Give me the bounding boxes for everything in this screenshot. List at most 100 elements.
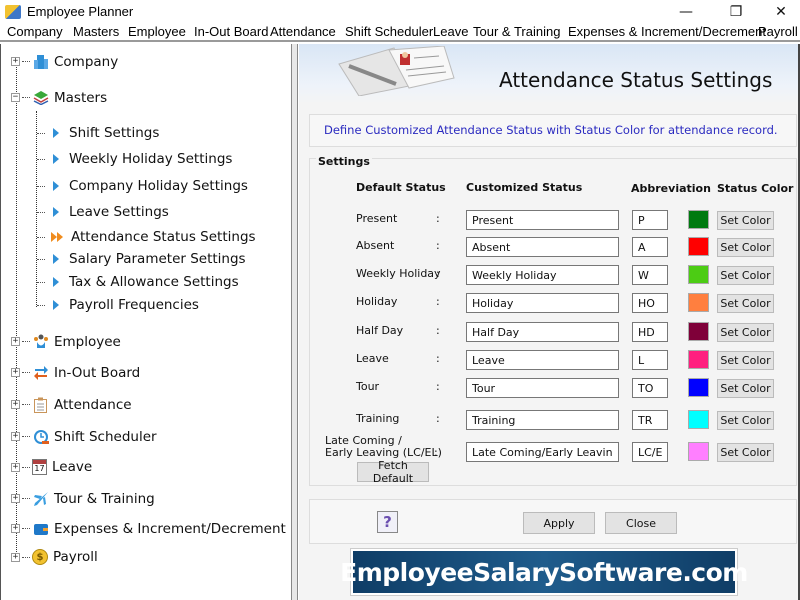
set-color-button[interactable]: Set Color <box>717 238 774 257</box>
tree-node-employee[interactable]: + Employee <box>11 333 121 350</box>
set-color-button[interactable]: Set Color <box>717 351 774 370</box>
selected-arrow-icon <box>51 232 63 242</box>
menu-company[interactable]: Company <box>7 24 63 39</box>
expand-icon[interactable]: + <box>11 494 20 503</box>
customized-status-input[interactable] <box>466 378 619 398</box>
customized-status-input[interactable] <box>466 410 619 430</box>
menu-employee[interactable]: Employee <box>128 24 186 39</box>
settings-panel: Attendance Status Settings Define Custom… <box>299 44 800 600</box>
expand-icon[interactable]: + <box>11 400 20 409</box>
minimize-button[interactable]: — <box>663 0 709 23</box>
abbreviation-input[interactable] <box>632 237 668 257</box>
menu-tour-training[interactable]: Tour & Training <box>473 24 560 39</box>
menu-shift-scheduler[interactable]: Shift Scheduler <box>345 24 433 39</box>
abbreviation-input[interactable] <box>632 442 668 462</box>
customized-status-input[interactable] <box>466 350 619 370</box>
clipboard-icon <box>32 396 49 413</box>
abbreviation-input[interactable] <box>632 293 668 313</box>
tree-node-tour-training[interactable]: + Tour & Training <box>11 490 155 507</box>
tree-node-in-out-board[interactable]: + In-Out Board <box>11 364 140 381</box>
customized-status-input[interactable] <box>466 237 619 257</box>
tree-item-company-holiday-settings[interactable]: Company Holiday Settings <box>37 178 248 194</box>
customized-status-input[interactable] <box>466 322 619 342</box>
tree-item-tax-allowance-settings[interactable]: Tax & Allowance Settings <box>37 274 239 290</box>
expand-icon[interactable]: + <box>11 368 20 377</box>
swap-arrows-icon <box>32 364 49 381</box>
colon: : <box>436 324 440 337</box>
tree-node-shift-scheduler[interactable]: + Shift Scheduler <box>11 428 157 445</box>
tree-label: Masters <box>54 89 108 106</box>
set-color-button[interactable]: Set Color <box>717 411 774 430</box>
customized-status-input[interactable] <box>466 442 619 462</box>
set-color-button[interactable]: Set Color <box>717 443 774 462</box>
tree-node-leave[interactable]: + 17 Leave <box>11 459 92 475</box>
building-icon <box>32 53 49 70</box>
apply-button[interactable]: Apply <box>523 512 595 534</box>
tree-node-expenses[interactable]: + Expenses & Increment/Decrement <box>11 520 286 537</box>
abbreviation-input[interactable] <box>632 378 668 398</box>
abbreviation-input[interactable] <box>632 265 668 285</box>
abbreviation-input[interactable] <box>632 210 668 230</box>
expand-icon[interactable]: + <box>11 57 20 66</box>
menu-attendance[interactable]: Attendance <box>270 24 336 39</box>
tree-item-salary-parameter-settings[interactable]: Salary Parameter Settings <box>37 251 246 267</box>
status-color-swatch <box>688 442 709 461</box>
set-color-button[interactable]: Set Color <box>717 379 774 398</box>
colon: : <box>436 239 440 252</box>
set-color-button[interactable]: Set Color <box>717 211 774 230</box>
fetch-default-button[interactable]: Fetch Default <box>357 459 429 485</box>
status-color-swatch <box>688 322 709 341</box>
customized-status-input[interactable] <box>466 210 619 230</box>
menu-in-out-board[interactable]: In-Out Board <box>194 24 268 39</box>
colon: : <box>436 295 440 308</box>
customized-status-input[interactable] <box>466 265 619 285</box>
set-color-button[interactable]: Set Color <box>717 266 774 285</box>
window-title: Employee Planner <box>27 4 134 19</box>
dollar-coin-icon: $ <box>32 549 48 565</box>
menu-leave[interactable]: Leave <box>433 24 468 39</box>
panel-banner: Attendance Status Settings <box>299 44 798 104</box>
expand-icon[interactable]: + <box>11 524 20 533</box>
layers-icon <box>32 89 49 106</box>
brand-banner: EmployeeSalarySoftware.com <box>340 549 748 595</box>
set-color-button[interactable]: Set Color <box>717 294 774 313</box>
tree-node-company[interactable]: + Company <box>11 53 118 70</box>
customized-status-input[interactable] <box>466 293 619 313</box>
tree-item-shift-settings[interactable]: Shift Settings <box>37 125 159 141</box>
tree-item-attendance-status-settings[interactable]: Attendance Status Settings <box>37 229 256 245</box>
abbreviation-input[interactable] <box>632 322 668 342</box>
menu-expenses[interactable]: Expenses & Increment/Decrement <box>568 24 766 39</box>
calendar-icon: 17 <box>32 459 47 475</box>
menu-payroll[interactable]: Payroll <box>758 24 798 39</box>
arrow-icon <box>53 277 59 287</box>
panel-splitter[interactable] <box>292 44 298 600</box>
airplane-icon <box>32 490 49 507</box>
abbreviation-input[interactable] <box>632 410 668 430</box>
default-status-label: Holiday <box>356 295 398 308</box>
expand-icon[interactable]: + <box>11 462 20 472</box>
close-button[interactable]: Close <box>605 512 677 534</box>
colon: : <box>436 212 440 225</box>
abbreviation-input[interactable] <box>632 350 668 370</box>
colon: : <box>436 267 440 280</box>
status-color-swatch <box>688 293 709 312</box>
tree-item-weekly-holiday-settings[interactable]: Weekly Holiday Settings <box>37 151 232 167</box>
header-abbreviation: Abbreviation <box>631 182 711 195</box>
title-bar: Employee Planner — ❐ ✕ <box>0 0 800 23</box>
tree-node-attendance[interactable]: + Attendance <box>11 396 132 413</box>
close-window-button[interactable]: ✕ <box>758 0 800 23</box>
expand-icon[interactable]: + <box>11 432 20 441</box>
expand-icon[interactable]: + <box>11 337 20 346</box>
tree-item-leave-settings[interactable]: Leave Settings <box>37 204 169 220</box>
restore-button[interactable]: ❐ <box>713 0 759 23</box>
arrow-icon <box>53 207 59 217</box>
set-color-button[interactable]: Set Color <box>717 323 774 342</box>
tree-item-payroll-frequencies[interactable]: Payroll Frequencies <box>37 297 199 313</box>
expand-icon[interactable]: + <box>11 552 20 562</box>
tree-node-payroll[interactable]: + $ Payroll <box>11 549 98 565</box>
tree-node-masters[interactable]: − Masters <box>11 89 107 106</box>
default-status-label: Absent <box>356 239 395 252</box>
help-icon[interactable]: ? <box>377 511 398 533</box>
menu-masters[interactable]: Masters <box>73 24 119 39</box>
collapse-icon[interactable]: − <box>11 93 20 102</box>
